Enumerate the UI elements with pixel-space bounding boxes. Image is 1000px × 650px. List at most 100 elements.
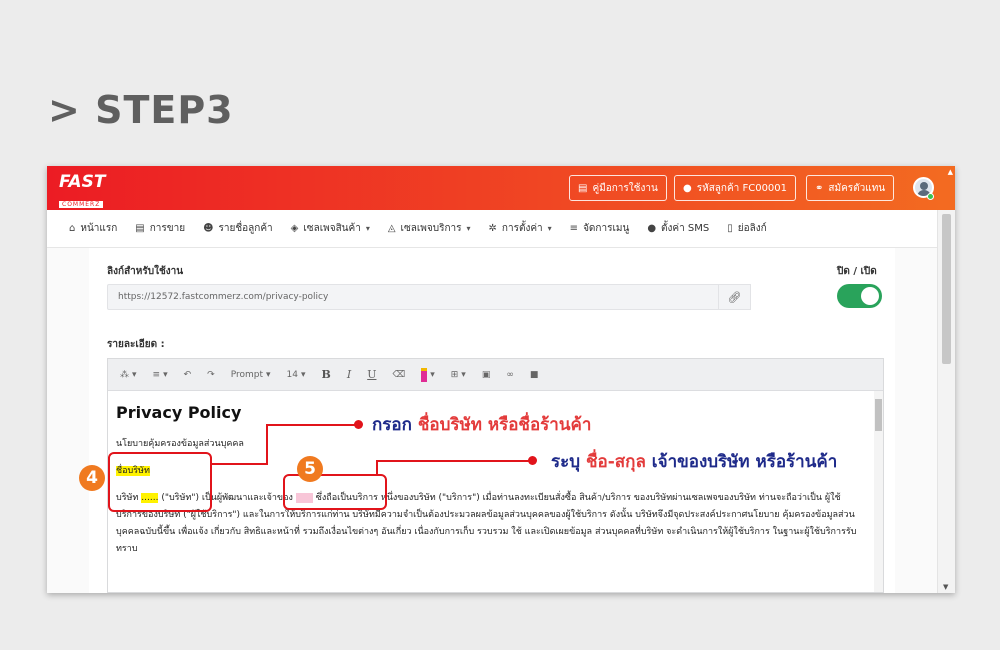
callout-4-target: ชื่อบริษัท หรือชื่อร้านค้า [417, 415, 592, 435]
detail-label: รายละเอียด : [107, 339, 165, 350]
agent-signup-label: สมัครตัวแทน [828, 182, 886, 194]
image-button[interactable]: ▣ [482, 370, 491, 380]
manual-label: คู่มือการใช้งาน [592, 182, 658, 194]
toggle-knob [861, 287, 879, 305]
enable-toggle[interactable] [837, 284, 882, 308]
table-button[interactable]: ⊞ ▾ [451, 370, 466, 380]
annotation-connector [212, 463, 268, 465]
editor-scroll-thumb[interactable] [875, 399, 882, 431]
video-button[interactable]: ■ [530, 370, 539, 380]
step-badge-5: 5 [297, 456, 323, 482]
chevron-down-icon: ▾ [466, 224, 471, 233]
annotation-connector [376, 460, 532, 462]
app-window: FAST COMMERZ ▤ คู่มือการใช้งาน ● รหัสลูก… [47, 166, 955, 593]
eraser-button[interactable]: ⌫ [392, 370, 405, 380]
url-input[interactable]: https://12572.fastcommerz.com/privacy-po… [107, 284, 719, 310]
step-badge-4: 4 [79, 465, 105, 491]
callout-4-text: กรอก ชื่อบริษัท หรือชื่อร้านค้า [372, 411, 591, 438]
step-title: > STEP3 [48, 88, 234, 132]
annotation-dot [528, 456, 537, 465]
callout-5-verb: ระบุ [551, 452, 586, 472]
copy-link-button[interactable]: 🔗︎ [719, 284, 751, 310]
agent-signup-button[interactable]: ⚭ สมัครตัวแทน [806, 175, 895, 201]
callout-5-rest: เจ้าของบริษัท หรือร้านค้า [645, 452, 838, 472]
nav-item-sales[interactable]: ▤ การขาย [135, 221, 185, 236]
undo-button[interactable]: ↶ [184, 370, 192, 380]
table-icon: ⊞ [450, 369, 459, 380]
text-color-button[interactable]: ▾ [421, 367, 435, 382]
font-family-value: Prompt [230, 369, 263, 380]
link-label: ลิงก์สำหรับใช้งาน [107, 266, 184, 277]
annotation-box-5 [283, 474, 387, 510]
file-link-icon: ▯ [727, 223, 733, 234]
font-size-value: 14 [286, 369, 298, 380]
link-icon: ∞ [506, 369, 514, 380]
bell-icon: ◬ [387, 223, 396, 234]
nav-label: จัดการเมนู [583, 223, 630, 234]
chevron-down-icon: ▾ [547, 224, 552, 233]
nav-label: เซลเพจสินค้า [303, 223, 361, 234]
logo[interactable]: FAST COMMERZ [59, 174, 105, 210]
policy-paragraph: บริษัท ...... ("บริษัท") เป็นผู้พัฒนาและ… [116, 490, 865, 558]
nav-label: การขาย [149, 223, 186, 234]
image-icon: ▣ [481, 369, 491, 380]
bold-button[interactable]: B [322, 368, 331, 381]
font-size-select[interactable]: 14 ▾ [287, 370, 306, 380]
magic-wand-button[interactable]: ⁂ ▾ [120, 370, 137, 380]
redo-icon: ↷ [207, 369, 215, 380]
nav-item-product-page[interactable]: ◈ เซลเพจสินค้า ▾ [291, 221, 370, 236]
italic-button[interactable]: I [347, 368, 351, 381]
scroll-up-icon[interactable]: ▲ [948, 168, 953, 176]
callout-5-target: ชื่อ-สกุล [585, 452, 646, 472]
toggle-label: ปิด / เปิด [837, 266, 877, 277]
customer-code-button[interactable]: ● รหัสลูกค้า FC00001 [674, 175, 797, 201]
link-button[interactable]: ∞ [506, 370, 514, 380]
nav-label: ย่อลิงก์ [737, 223, 767, 234]
eraser-icon: ⌫ [392, 369, 406, 380]
user-circle-icon: ● [683, 182, 692, 194]
editor-toolbar: ⁂ ▾ ≡ ▾ ↶ ↷ Prompt ▾ 14 ▾ B I U ⌫ ▾ ⊞ ▾ ▣ ∞… [108, 359, 883, 391]
chat-icon: ● [647, 223, 657, 234]
nav-item-menu[interactable]: ≡ จัดการเมนู [570, 221, 630, 236]
nav-label: ตั้งค่า SMS [661, 223, 710, 234]
top-bar: FAST COMMERZ ▤ คู่มือการใช้งาน ● รหัสลูก… [47, 166, 955, 210]
main-nav: ⌂ หน้าแรก ▤ การขาย ☻ รายชื่อลูกค้า ◈ เซล… [47, 210, 937, 248]
nav-item-sms[interactable]: ● ตั้งค่า SMS [647, 221, 709, 236]
editor-scrollbar[interactable] [874, 391, 883, 592]
nav-item-customers[interactable]: ☻ รายชื่อลูกค้า [203, 221, 273, 236]
nav-item-settings[interactable]: ✲ การตั้งค่า ▾ [489, 221, 552, 236]
manual-button[interactable]: ▤ คู่มือการใช้งาน [569, 175, 667, 201]
list-icon: ≡ [569, 223, 579, 234]
color-swatch-icon [421, 367, 428, 382]
customer-code-label: รหัสลูกค้า FC00001 [696, 182, 788, 194]
rich-text-editor: ⁂ ▾ ≡ ▾ ↶ ↷ Prompt ▾ 14 ▾ B I U ⌫ ▾ ⊞ ▾ ▣ ∞… [107, 358, 884, 593]
page-scroll-thumb[interactable] [942, 214, 951, 364]
redo-button[interactable]: ↷ [207, 370, 215, 380]
document-icon: ▤ [135, 223, 145, 234]
font-family-select[interactable]: Prompt ▾ [231, 370, 271, 380]
chevron-down-icon: ▾ [365, 224, 370, 233]
nav-item-service-page[interactable]: ◬ เซลเพจบริการ ▾ [388, 221, 471, 236]
align-icon: ≡ [152, 369, 161, 380]
user-icon: ☻ [203, 223, 214, 234]
nav-label: การตั้งค่า [501, 223, 543, 234]
magic-wand-icon: ⁂ [120, 369, 129, 380]
annotation-dot [354, 420, 363, 429]
logo-subtext: COMMERZ [59, 201, 104, 208]
paragraph-style-button[interactable]: ≡ ▾ [153, 370, 168, 380]
nav-item-home[interactable]: ⌂ หน้าแรก [69, 221, 117, 236]
link-icon: 🔗︎ [727, 290, 742, 304]
box-icon: ◈ [290, 223, 299, 234]
page-scrollbar[interactable]: ▼ [937, 210, 955, 593]
annotation-connector [266, 424, 356, 426]
home-icon: ⌂ [69, 223, 76, 234]
undo-icon: ↶ [183, 369, 192, 380]
nav-label: หน้าแรก [80, 223, 118, 234]
underline-button[interactable]: U [367, 368, 376, 381]
callout-4-verb: กรอก [372, 415, 418, 435]
nav-label: รายชื่อลูกค้า [218, 223, 273, 234]
nav-item-shortlink[interactable]: ▯ ย่อลิงก์ [727, 221, 766, 236]
nav-label: เซลเพจบริการ [400, 223, 462, 234]
scroll-down-icon[interactable]: ▼ [943, 583, 948, 591]
annotation-box-4 [108, 452, 212, 512]
